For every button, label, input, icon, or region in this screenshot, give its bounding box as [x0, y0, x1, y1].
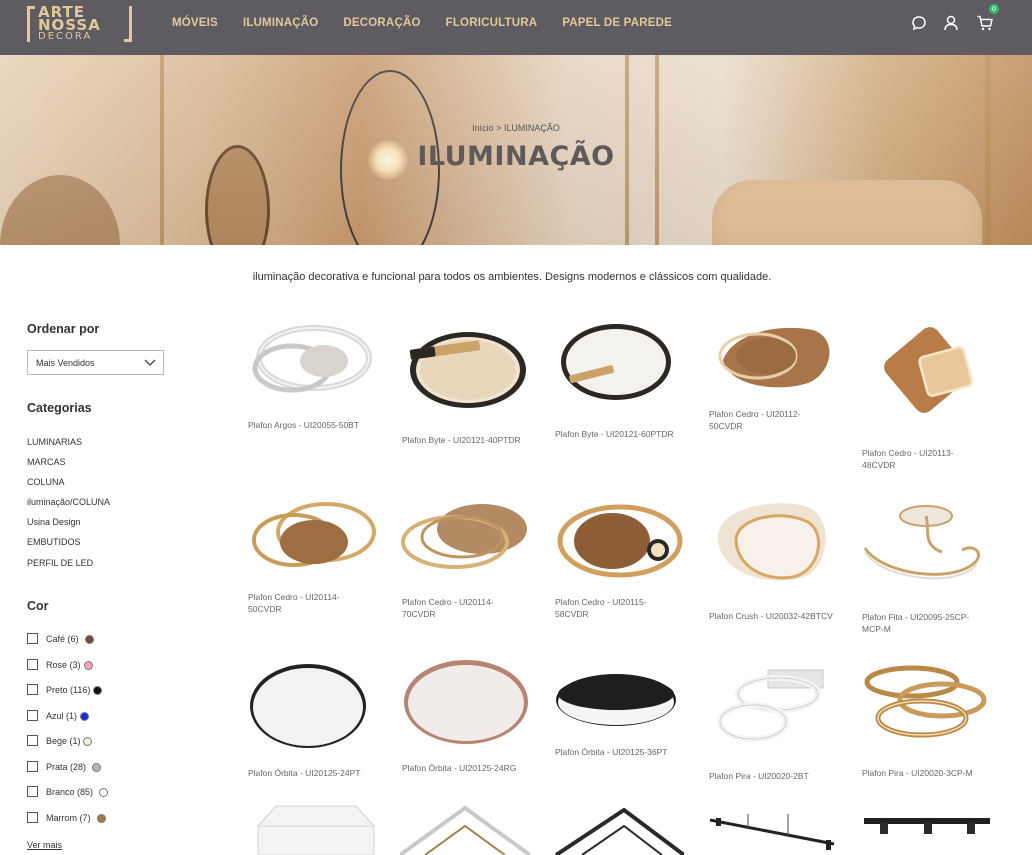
product-image[interactable] — [400, 497, 530, 597]
categories-heading: Categorias — [27, 401, 92, 415]
product-image[interactable] — [554, 496, 684, 596]
color-swatch — [83, 737, 92, 746]
category-link[interactable]: EMBUTIDOS — [27, 537, 81, 547]
product-image[interactable] — [708, 318, 838, 418]
cart-icon[interactable] — [976, 14, 994, 32]
product-image[interactable] — [708, 497, 838, 597]
product-name[interactable]: Plafon Órbita - UI20125-24PT — [248, 767, 373, 779]
category-link[interactable]: PERFIL DE LED — [27, 558, 93, 568]
color-filter-label: Prata (28) — [46, 762, 87, 772]
color-swatch — [85, 635, 94, 644]
color-swatch — [92, 763, 101, 772]
user-icon[interactable] — [942, 14, 960, 32]
category-description: iluminação decorativa e funcional para t… — [252, 271, 772, 283]
product-image[interactable] — [246, 492, 376, 592]
product-name[interactable]: Plafon Cedro - UI20114-70CVDR — [402, 596, 527, 620]
product-name[interactable]: Plafon Órbita - UI20125-24RG — [402, 762, 527, 774]
product-image[interactable] — [246, 800, 376, 855]
filter-checkbox[interactable] — [27, 761, 38, 772]
main-nav: MÓVEIS ILUMINAÇÃO DECORAÇÃO FLORICULTURA… — [172, 17, 697, 29]
color-swatch — [84, 661, 93, 670]
filter-checkbox[interactable] — [27, 735, 38, 746]
filter-checkbox[interactable] — [27, 812, 38, 823]
product-image[interactable] — [246, 661, 376, 761]
filter-checkbox[interactable] — [27, 659, 38, 670]
product-name[interactable]: Plafon Cedro - UI20113-48CVDR — [862, 447, 987, 471]
product-name[interactable]: Plafon Byte - UI20121-40PTDR — [402, 434, 527, 446]
color-swatch — [97, 814, 106, 823]
product-name[interactable]: Plafon Cedro - UI20115-58CVDR — [555, 596, 680, 620]
product-image[interactable] — [862, 500, 992, 600]
nav-floricultura[interactable]: FLORICULTURA — [446, 17, 538, 29]
sort-select-value: Mais Vendidos — [36, 358, 95, 368]
page-title: ILUMINAÇÃO — [417, 141, 615, 172]
logo-line-3: DECORA — [38, 31, 93, 42]
product-name[interactable]: Plafon Pira - UI20020-3CP-M — [862, 767, 987, 779]
sort-heading: Ordenar por — [27, 322, 100, 336]
product-image[interactable] — [554, 320, 684, 420]
product-image[interactable] — [862, 320, 992, 420]
sort-select[interactable]: Mais Vendidos — [27, 350, 164, 375]
nav-decoracao[interactable]: DECORAÇÃO — [343, 17, 420, 29]
color-swatch — [93, 686, 102, 695]
color-filter-label: Branco (85) — [46, 787, 94, 797]
breadcrumb[interactable]: Início > ILUMINAÇÃO — [0, 123, 1032, 133]
product-name[interactable]: Plafon Argos - UI20055-50BT — [248, 419, 373, 431]
product-name[interactable]: Plafon Pira - UI20020-2BT — [709, 770, 834, 782]
color-filter-label: Preto (116) — [46, 685, 91, 695]
category-link[interactable]: MARCAS — [27, 457, 66, 467]
product-image[interactable] — [554, 808, 684, 855]
product-image[interactable] — [400, 325, 530, 425]
filter-checkbox[interactable] — [27, 786, 38, 797]
nav-moveis[interactable]: MÓVEIS — [172, 17, 218, 29]
color-swatch — [99, 788, 108, 797]
nav-papel-de-parede[interactable]: PAPEL DE PAREDE — [562, 17, 672, 29]
product-image[interactable] — [246, 318, 376, 418]
color-filter-label: Marrom (7) — [46, 813, 91, 823]
color-filter-label: Rose (3) — [46, 660, 81, 670]
color-filter-label: Bege (1) — [46, 736, 81, 746]
filter-checkbox[interactable] — [27, 710, 38, 721]
category-link[interactable]: COLUNA — [27, 477, 65, 487]
hero-banner: Início > ILUMINAÇÃO ILUMINAÇÃO — [0, 55, 1032, 245]
filter-checkbox[interactable] — [27, 684, 38, 695]
product-name[interactable]: Plafon Fita - UI20095-25CP-MCP-M — [862, 611, 987, 635]
product-image[interactable] — [708, 664, 838, 764]
product-image[interactable] — [862, 814, 992, 855]
site-logo[interactable]: ARTE NOSSA DECORA — [27, 5, 132, 42]
category-link[interactable]: LUMINARIAS — [27, 437, 82, 447]
category-link[interactable]: iluminação/COLUNA — [27, 497, 110, 507]
color-heading: Cor — [27, 599, 49, 613]
site-header: ARTE NOSSA DECORA MÓVEIS ILUMINAÇÃO DECO… — [0, 0, 1032, 55]
color-filter-label: Café (6) — [46, 634, 79, 644]
product-name[interactable]: Plafon Cedro - UI20114-50CVDR — [248, 591, 373, 615]
product-image[interactable] — [708, 814, 838, 855]
nav-iluminacao[interactable]: ILUMINAÇÃO — [243, 17, 318, 29]
chat-icon[interactable] — [910, 14, 928, 32]
chevron-down-icon — [144, 359, 156, 366]
color-swatch — [80, 712, 89, 721]
cart-count-badge: 0 — [989, 4, 999, 14]
product-name[interactable]: Plafon Crush - UI20032-42BTCV — [709, 610, 834, 622]
product-image[interactable] — [400, 656, 530, 756]
product-image[interactable] — [400, 804, 530, 855]
product-name[interactable]: Plafon Byte - UI20121-60PTDR — [555, 428, 680, 440]
product-name[interactable]: Plafon Cedro - UI20112-50CVDR — [709, 408, 834, 432]
filter-checkbox[interactable] — [27, 633, 38, 644]
category-link[interactable]: Usina Design — [27, 517, 81, 527]
product-image[interactable] — [862, 662, 992, 762]
see-more-colors-link[interactable]: Ver mais — [27, 840, 62, 850]
color-filter-label: Azul (1) — [46, 711, 78, 721]
product-name[interactable]: Plafon Órbita - UI20125-36PT — [555, 746, 680, 758]
